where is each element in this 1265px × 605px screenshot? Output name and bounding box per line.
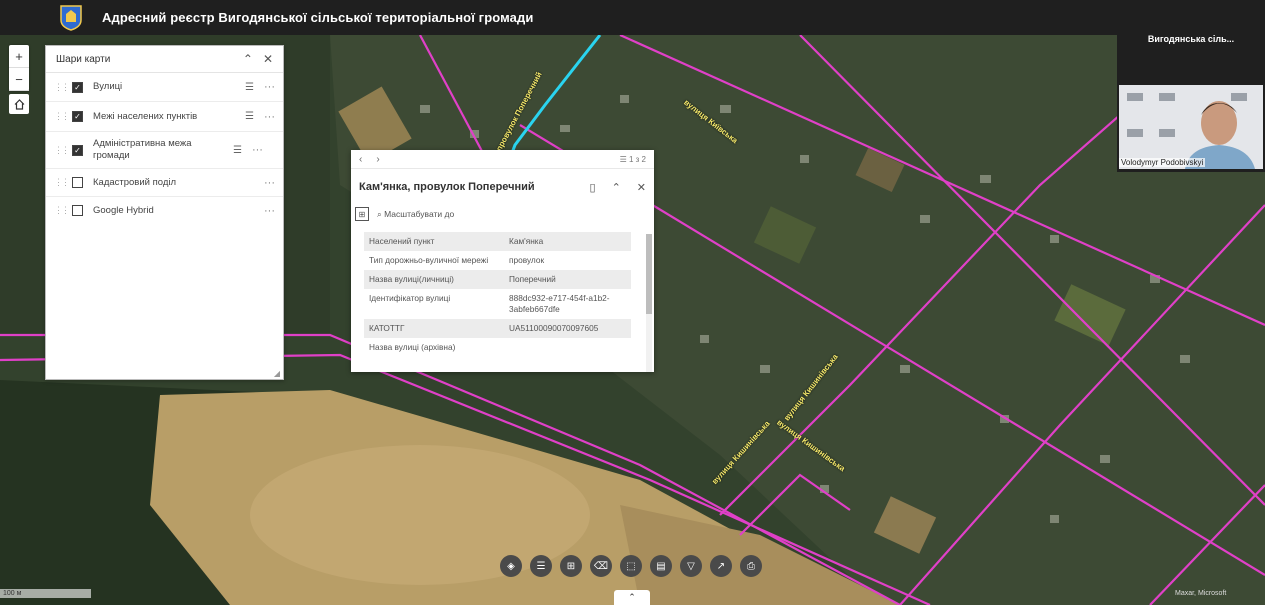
- table-row: Тип дорожньо-вуличної мережі провулок: [364, 251, 631, 270]
- home-button[interactable]: [9, 94, 29, 114]
- field-value: [504, 338, 631, 357]
- legend-icon[interactable]: ☰: [245, 111, 254, 122]
- table-row: Населений пункт Кам'янка: [364, 232, 631, 251]
- layer-label: Межі населених пунктів: [93, 110, 198, 122]
- collapse-icon[interactable]: ⌃: [243, 52, 253, 66]
- layer-label: Кадастровий поділ: [93, 176, 177, 188]
- list-icon[interactable]: ☰: [530, 555, 552, 577]
- layer-item-settlement-bounds[interactable]: ⋮⋮ ✓ Межі населених пунктів ☰ ···: [46, 102, 283, 132]
- grid-icon[interactable]: ⊞: [355, 207, 369, 221]
- participant-video[interactable]: Volodymyr Podobivskyi: [1119, 85, 1263, 169]
- layer-item-cadastre[interactable]: ⋮⋮ Кадастровий поділ ···: [46, 169, 283, 197]
- layer-list-header: Шари карти ⌃ ✕: [46, 46, 283, 73]
- map-attribution[interactable]: Maxar, Microsoft: [1175, 590, 1226, 597]
- layer-item-streets[interactable]: ⋮⋮ ✓ Вулиці ☰ ···: [46, 73, 283, 102]
- field-name: Ідентифікатор вулиці: [369, 293, 451, 303]
- zoom-to-action[interactable]: ⌕ Масштабувати до: [377, 209, 454, 220]
- layer-list-title: Шари карти: [56, 53, 111, 65]
- popup-nav: ‹ › ☰ 1 з 2: [351, 150, 654, 169]
- collapse-icon[interactable]: ⌃: [612, 181, 621, 194]
- list-icon: ☰: [619, 154, 629, 164]
- filter-icon[interactable]: ▽: [680, 555, 702, 577]
- field-value: провулок: [509, 255, 545, 265]
- zoom-out-button[interactable]: −: [9, 68, 29, 91]
- table-row: Назва вулиці (архівна): [364, 338, 631, 357]
- table-row: Ідентифікатор вулиці 888dc932-e717-454f-a…: [364, 289, 631, 319]
- popup-header: Кам'янка, провулок Поперечний ▯ ⌃ ✕: [351, 169, 654, 205]
- dock-icon[interactable]: ▯: [590, 181, 596, 194]
- zoom-controls: + −: [9, 45, 29, 91]
- table-row: Назва вулиці(личниці) Поперечний: [364, 270, 631, 289]
- drag-handle-icon[interactable]: ⋮⋮: [54, 205, 70, 216]
- field-value: Поперечний: [509, 274, 556, 284]
- close-icon[interactable]: ✕: [637, 181, 646, 194]
- layer-checkbox[interactable]: [72, 205, 83, 216]
- layer-item-admin-bound[interactable]: ⋮⋮ ✓ Адміністративна межа громади ☰ ···: [46, 132, 283, 169]
- more-options-icon[interactable]: ···: [264, 205, 275, 217]
- select-icon[interactable]: ⬚: [620, 555, 642, 577]
- drag-handle-icon[interactable]: ⋮⋮: [54, 145, 70, 156]
- resize-handle-icon[interactable]: ◢: [274, 369, 280, 378]
- field-name: Тип дорожньо-вуличної мережі: [369, 255, 489, 265]
- more-options-icon[interactable]: ···: [264, 111, 275, 123]
- basemap-gallery-icon[interactable]: ⊞: [560, 555, 582, 577]
- share-icon[interactable]: ↗: [710, 555, 732, 577]
- layer-checkbox[interactable]: [72, 177, 83, 188]
- more-options-icon[interactable]: ···: [264, 177, 275, 189]
- scale-bar: 100 м: [0, 589, 91, 598]
- legend-icon[interactable]: ☰: [233, 145, 242, 156]
- coat-of-arms-icon: [60, 4, 82, 31]
- legend-icon[interactable]: ☰: [245, 82, 254, 93]
- scrollbar-thumb[interactable]: [646, 234, 652, 314]
- layer-label: Вулиці: [93, 81, 123, 92]
- drag-handle-icon[interactable]: ⋮⋮: [54, 111, 70, 122]
- video-call-panel: Вигодянська сіль... Volodymyr Podobivsky…: [1117, 0, 1265, 172]
- table-row: КАТОТТГ UA51100090070097605: [364, 319, 631, 338]
- field-name: КАТОТТГ: [369, 323, 405, 333]
- more-options-icon[interactable]: ···: [252, 144, 263, 156]
- chevron-up-icon: ⌃: [628, 592, 636, 602]
- table-icon[interactable]: ▤: [650, 555, 672, 577]
- feature-popup: ‹ › ☰ 1 з 2 Кам'янка, провулок Поперечни…: [351, 150, 654, 372]
- zoom-in-button[interactable]: +: [9, 45, 29, 68]
- zoom-to-label: Масштабувати до: [384, 208, 455, 219]
- layer-checkbox[interactable]: ✓: [72, 111, 83, 122]
- home-icon: [14, 98, 24, 110]
- map-toolbar: ◈ ☰ ⊞ ⌫ ⬚ ▤ ▽ ↗ ⎙: [500, 555, 770, 577]
- layer-checkbox[interactable]: ✓: [72, 81, 83, 93]
- layer-list-panel: Шари карти ⌃ ✕ ⋮⋮ ✓ Вулиці ☰ ··· ⋮⋮ ✓ Ме…: [45, 45, 284, 380]
- field-name: Назва вулиці(личниці): [369, 274, 454, 284]
- layer-checkbox[interactable]: ✓: [72, 144, 83, 156]
- popup-scrollbar[interactable]: [646, 234, 652, 372]
- field-value: UA51100090070097605: [509, 323, 599, 333]
- close-icon[interactable]: ✕: [263, 52, 273, 66]
- app-title: Адресний реєстр Вигодянської сільської т…: [102, 10, 534, 25]
- layer-item-google-hybrid[interactable]: ⋮⋮ Google Hybrid ···: [46, 197, 283, 224]
- feature-counter[interactable]: ☰ 1 з 2: [620, 155, 646, 164]
- print-icon[interactable]: ⎙: [740, 555, 762, 577]
- eraser-icon[interactable]: ⌫: [590, 555, 612, 577]
- field-name: Населений пункт: [369, 236, 435, 246]
- field-name: Назва вулиці (архівна): [369, 342, 456, 352]
- more-options-icon[interactable]: ···: [264, 81, 275, 93]
- meeting-title: Вигодянська сіль...: [1147, 34, 1235, 44]
- drag-handle-icon[interactable]: ⋮⋮: [54, 82, 70, 93]
- participant-name: Volodymyr Podobivskyi: [1119, 158, 1206, 167]
- expand-toolbar-button[interactable]: ⌃: [614, 590, 650, 605]
- next-icon[interactable]: ›: [376, 154, 379, 165]
- layer-label: Адміністративна межа громади: [93, 138, 192, 161]
- popup-title: Кам'янка, провулок Поперечний: [359, 181, 535, 193]
- participant-image: [1119, 85, 1263, 169]
- attribute-table: Населений пункт Кам'янка Тип дорожньо-вул…: [364, 232, 631, 357]
- layer-label: Google Hybrid: [93, 204, 154, 216]
- feature-counter-text: 1 з 2: [628, 154, 646, 164]
- previous-icon[interactable]: ‹: [359, 154, 362, 165]
- popup-actions: ⊞ ⌕ Масштабувати до: [351, 205, 654, 223]
- field-value: 888dc932-e717-454f-a1b2-3abfeb667dfe: [509, 293, 610, 314]
- field-value: Кам'янка: [509, 236, 544, 246]
- layers-icon[interactable]: ◈: [500, 555, 522, 577]
- app-header: Адресний реєстр Вигодянської сільської т…: [0, 0, 1117, 35]
- drag-handle-icon[interactable]: ⋮⋮: [54, 177, 70, 188]
